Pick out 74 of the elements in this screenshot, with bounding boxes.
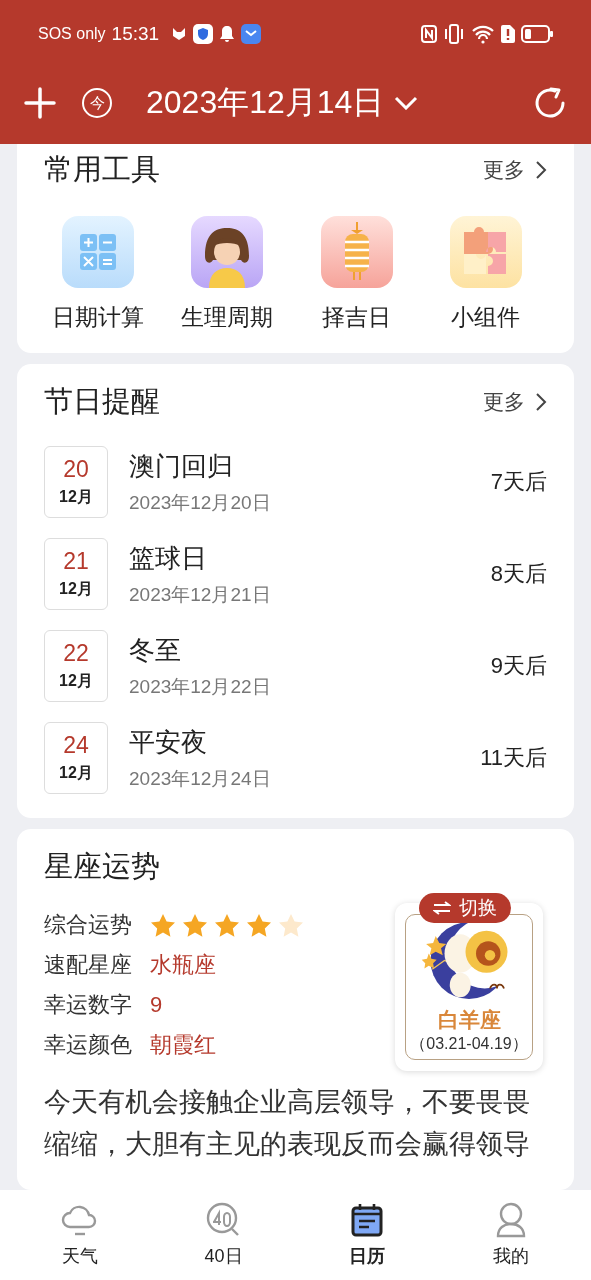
section-title: 星座运势 [44,849,160,884]
horoscope-text: 今天有机会接触企业高层领导，不要畏畏缩缩，大胆有主见的表现反而会赢得领导 [44,1086,531,1161]
holiday-date: 2023年12月24日 [129,766,272,791]
person-icon[interactable] [495,1202,528,1238]
star-icon [150,912,176,938]
nav-tab[interactable]: 日历 [307,1190,428,1280]
star-icon [214,912,240,938]
fortune-value: 9 [150,992,163,1018]
more-link[interactable]: 更多 [483,156,547,184]
countdown-text: 9天后 [490,652,547,680]
holiday-date: 2023年12月20日 [129,490,272,515]
section-title: 节日提醒 [44,384,160,419]
fortune-value: 水瓶座 [150,951,216,979]
more-link[interactable]: 更多 [483,388,547,416]
add-icon[interactable] [24,87,56,119]
tool-item[interactable]: 择吉日 [295,216,418,333]
switch-button[interactable]: 切换 [419,893,511,923]
fortune-label: 速配星座 [44,951,132,979]
chevron-right-icon [535,392,547,412]
chevron-right-icon [535,160,547,180]
calculator-icon [62,216,134,288]
star-icon [182,912,208,938]
nfc-icon [421,25,437,43]
date-tile: 21 12月 [44,538,108,610]
tool-item[interactable]: 生理周期 [166,216,289,333]
star-icon [278,912,304,938]
chevron-down-icon [394,96,419,110]
zodiac-name: 白羊座 [437,1007,501,1033]
person-icon [191,216,264,288]
holiday-date: 2023年12月22日 [129,674,272,699]
countdown-text: 11天后 [480,744,547,772]
lantern-icon [320,216,393,288]
tool-item[interactable]: 日期计算 [37,216,159,333]
fortune-label: 综合运势 [44,911,132,939]
holiday-item[interactable]: 24 12月 平安夜 2023年12月24日 11天后 [44,712,547,804]
vibrate-icon [443,24,465,44]
zodiac-dates: （03.21-04.19） [410,1034,528,1054]
holiday-item[interactable]: 22 12月 冬至 2023年12月22日 9天后 [44,620,547,712]
countdown-text: 8天后 [490,560,547,588]
nav-tab[interactable]: 天气 [19,1190,140,1280]
fortune-label: 幸运数字 [44,991,132,1019]
holiday-name: 篮球日 [129,541,208,575]
swap-icon [433,901,451,915]
date-tile: 22 12月 [44,630,108,702]
refresh-icon[interactable] [533,86,567,120]
battery-icon [521,25,553,43]
holiday-date: 2023年12月21日 [129,582,272,607]
app-icon [241,24,262,44]
shield-icon [193,24,214,44]
nav-tab[interactable]: 40日 [163,1190,284,1280]
cat-icon [171,26,188,42]
holiday-name: 冬至 [129,633,182,667]
today-button[interactable]: 今 [82,88,112,118]
holiday-name: 澳门回归 [129,449,234,483]
calendar-icon[interactable] [351,1202,384,1238]
sim-alert-icon [501,25,515,43]
bell-icon [219,25,236,43]
nav-tab[interactable]: 我的 [451,1190,572,1280]
holiday-name: 平安夜 [129,725,208,759]
section-title: 常用工具 [44,152,160,187]
fortune-label: 幸运颜色 [44,1031,132,1059]
holiday-item[interactable]: 21 12月 篮球日 2023年12月21日 8天后 [44,528,547,620]
date-picker[interactable]: 2023年12月14日 [146,81,419,125]
wifi-icon [471,24,495,44]
countdown-text: 7天后 [490,468,547,496]
date-tile: 20 12月 [44,446,108,518]
tool-item[interactable]: 小组件 [425,216,547,333]
date-tile: 24 12月 [44,722,108,794]
status-time: 15:31 [111,23,160,45]
holiday-item[interactable]: 20 12月 澳门回归 2023年12月20日 7天后 [44,436,547,528]
fortune-value: 朝霞红 [150,1031,216,1059]
star-icon [246,912,272,938]
puzzle-icon [450,216,522,288]
carrier-text: SOS only [38,25,106,43]
